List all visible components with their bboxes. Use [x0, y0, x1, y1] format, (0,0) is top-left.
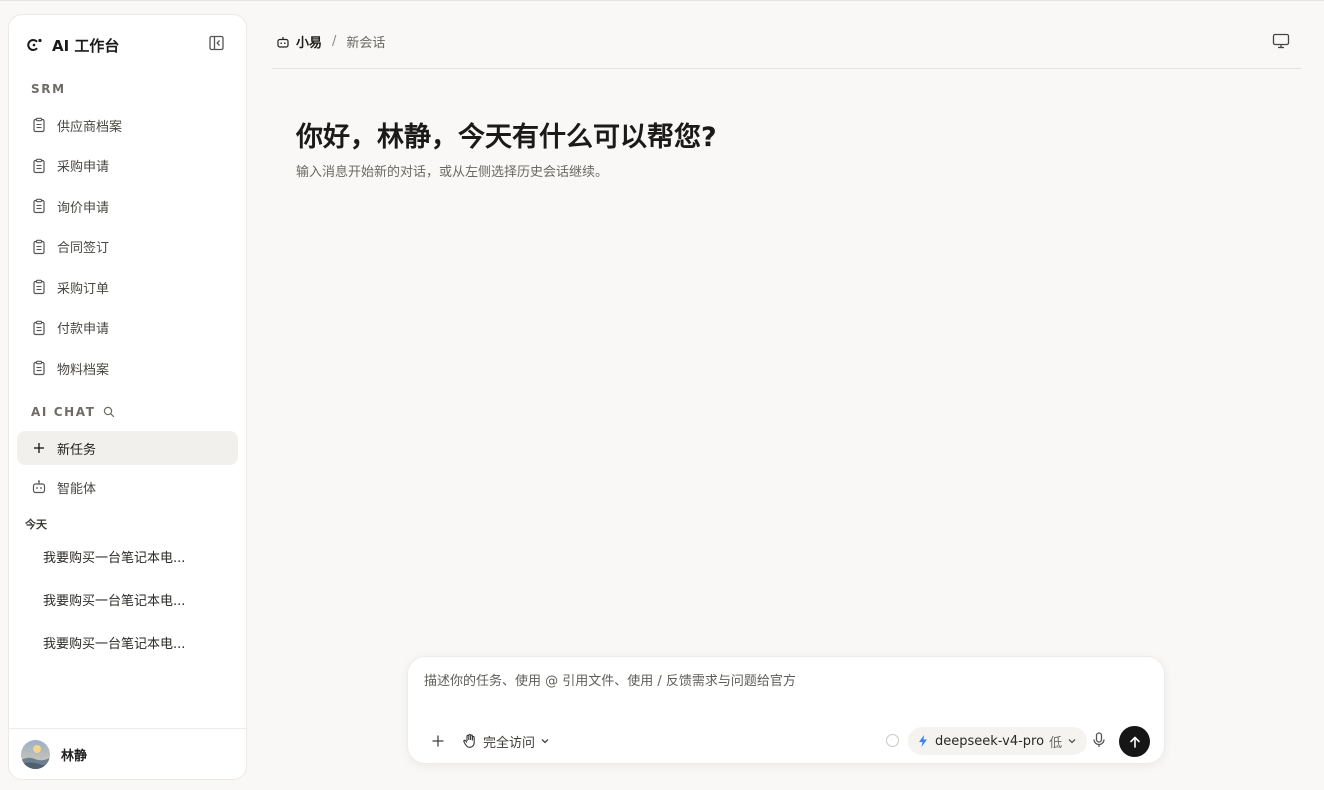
sidebar-item-label: 采购订单: [57, 281, 110, 297]
chevron-down-icon: [1068, 739, 1076, 744]
srm-nav: 供应商档案 采购申请 询价申请 合同签订 采购订单 付款申请 物料档案: [17, 105, 238, 389]
plus-icon: [34, 443, 44, 453]
user-name: 林静: [61, 748, 88, 764]
brand-title: AI 工作台: [52, 36, 120, 55]
message-composer: 完全访问 deepseek-v4-pro 低: [407, 656, 1165, 764]
sidebar-item-label: 付款申请: [57, 322, 110, 338]
clipboard-icon: [33, 117, 45, 133]
sidebar-item-label: 询价申请: [57, 200, 110, 216]
ai-chat-label-text: AI CHAT: [31, 405, 96, 419]
sidebar: AI 工作台 SRM 供应商档案 采购申请 询价申请 合同签订 采购订单 付款申…: [8, 14, 247, 780]
srm-section-label: SRM: [31, 82, 66, 96]
send-button[interactable]: [1119, 726, 1150, 757]
sidebar-item-label: 采购申请: [57, 160, 110, 176]
chevron-down-icon: [541, 739, 549, 744]
agents-row[interactable]: 智能体: [17, 467, 238, 508]
bolt-icon: [919, 735, 927, 747]
brand: AI 工作台: [27, 35, 119, 55]
collapse-sidebar-icon[interactable]: [208, 34, 226, 52]
sidebar-item-payment-request[interactable]: 付款申请: [17, 308, 238, 349]
sidebar-item-purchase-order[interactable]: 采购订单: [17, 267, 238, 308]
sidebar-item-agents[interactable]: 智能体: [17, 467, 238, 508]
top-bar: 小易 / 新会话: [272, 1, 1301, 69]
welcome-subtext: 输入消息开始新的对话，或从左侧选择历史会话继续。: [296, 165, 609, 180]
attach-plus-icon[interactable]: [430, 733, 446, 749]
microphone-icon[interactable]: [1091, 731, 1107, 749]
clipboard-icon: [33, 320, 45, 335]
sidebar-item-label: 合同签订: [57, 241, 110, 257]
access-mode-select[interactable]: 完全访问: [462, 731, 550, 751]
history-item[interactable]: 我要购买一台笔记本电...: [17, 578, 238, 621]
model-effort: 低: [1049, 735, 1063, 751]
breadcrumb: 小易 / 新会话: [276, 32, 385, 51]
history-item[interactable]: 我要购买一台笔记本电...: [17, 621, 238, 664]
clipboard-icon: [33, 198, 45, 214]
sidebar-item-label: 供应商档案: [57, 119, 123, 135]
sidebar-item-inquiry-request[interactable]: 询价申请: [17, 186, 238, 227]
access-mode-label: 完全访问: [483, 735, 536, 751]
clipboard-icon: [33, 158, 45, 173]
hand-icon: [463, 733, 475, 748]
breadcrumb-agent[interactable]: 小易: [296, 32, 322, 51]
avatar[interactable]: [21, 739, 50, 769]
clipboard-icon: [33, 239, 45, 254]
clipboard-icon: [33, 360, 45, 376]
ai-chat-section-label: AI CHAT: [31, 405, 115, 419]
message-input[interactable]: [424, 669, 1144, 693]
robot-icon: [32, 480, 46, 494]
breadcrumb-separator: /: [332, 34, 337, 49]
sidebar-item-supplier-profile[interactable]: 供应商档案: [17, 105, 238, 146]
model-name: deepseek-v4-pro: [935, 733, 1045, 749]
history-item[interactable]: 我要购买一台笔记本电...: [17, 535, 238, 578]
welcome-greeting: 你好，林静，今天有什么可以帮您?: [296, 122, 717, 153]
sidebar-item-contract-signing[interactable]: 合同签订: [17, 227, 238, 268]
sidebar-item-purchase-request[interactable]: 采购申请: [17, 146, 238, 187]
brand-logo-icon: [27, 38, 42, 51]
arrow-up-icon: [1129, 736, 1140, 748]
sidebar-item-material-profile[interactable]: 物料档案: [17, 348, 238, 389]
chat-history-list: 我要购买一台笔记本电... 我要购买一台笔记本电... 我要购买一台笔记本电..…: [17, 535, 238, 664]
breadcrumb-current: 新会话: [346, 36, 386, 51]
agents-label: 智能体: [57, 481, 97, 497]
user-profile[interactable]: 林静: [9, 728, 246, 779]
sidebar-item-label: 物料档案: [57, 362, 110, 378]
search-icon[interactable]: [103, 406, 115, 418]
context-status-indicator: [886, 734, 899, 747]
monitor-icon[interactable]: [1272, 33, 1290, 49]
new-task-label: 新任务: [57, 442, 97, 458]
clipboard-icon: [33, 279, 45, 295]
model-select[interactable]: deepseek-v4-pro 低: [908, 727, 1088, 755]
history-group-today: 今天: [25, 518, 47, 531]
new-task-button[interactable]: 新任务: [17, 431, 238, 465]
robot-icon: [277, 36, 289, 48]
